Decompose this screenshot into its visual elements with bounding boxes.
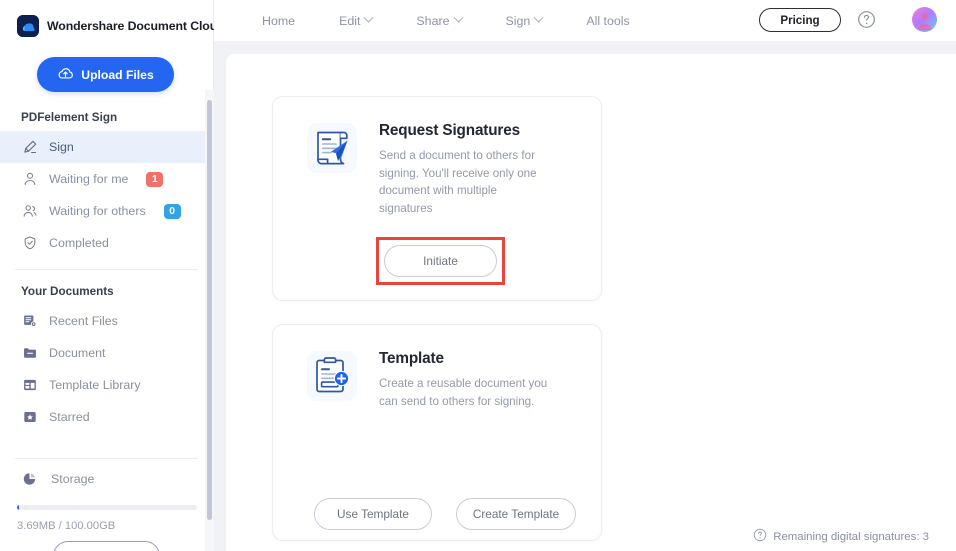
tab-home-label: Home [262, 13, 296, 28]
sidebar-item-recent-files[interactable]: Recent Files [0, 305, 214, 337]
sidebar-item-label: Sign [49, 140, 74, 154]
storage-row[interactable]: Storage [21, 470, 94, 487]
shield-check-icon [21, 235, 38, 252]
app-window: Wondershare Document Cloud Upload Files … [0, 0, 956, 551]
tab-home[interactable]: Home [240, 0, 317, 41]
sidebar-scrollbar-thumb[interactable] [207, 100, 212, 520]
sidebar-divider [15, 269, 198, 270]
sidebar-item-label: Recent Files [49, 314, 118, 328]
pie-chart-icon [21, 470, 38, 487]
users-icon [21, 203, 38, 220]
tab-sign-label: Sign [505, 13, 531, 28]
top-navigation: Home Edit Share Sign All tools [240, 0, 652, 41]
create-template-button[interactable]: Create Template [456, 498, 576, 530]
remaining-signatures-note: Remaining digital signatures: 3 [753, 528, 929, 545]
status-badge: 0 [163, 203, 181, 219]
chevron-down-icon [533, 12, 544, 23]
storage-usage-text: 3.69MB / 100.00GB [17, 520, 116, 532]
clipboard-plus-icon [303, 347, 361, 405]
sidebar-item-waiting-for-me[interactable]: Waiting for me 1 [0, 163, 214, 195]
tab-all-tools-label: All tools [586, 13, 630, 28]
sidebar-item-template-library[interactable]: Template Library [0, 369, 214, 401]
sidebar-item-document[interactable]: Document [0, 337, 214, 369]
sidebar-bottom-button[interactable] [53, 541, 160, 551]
brand: Wondershare Document Cloud [0, 0, 225, 37]
main-content-area: Request Signatures Send a document to ot… [214, 41, 956, 551]
card-template: Template Create a reusable document you … [272, 324, 602, 541]
sidebar-divider [15, 458, 198, 459]
sidebar-item-label: Completed [49, 236, 109, 250]
tab-sign[interactable]: Sign [484, 0, 565, 41]
tab-share[interactable]: Share [394, 0, 483, 41]
sidebar-item-label: Starred [49, 410, 90, 424]
cloud-icon [17, 15, 39, 37]
sidebar-item-sign[interactable]: Sign [0, 131, 214, 163]
section-label-your-documents: Your Documents [21, 285, 114, 298]
sidebar-item-label: Waiting for others [49, 204, 146, 218]
recent-files-icon [21, 313, 38, 330]
initiate-button[interactable]: Initiate [384, 245, 497, 277]
sidebar-item-starred[interactable]: Starred [0, 401, 214, 433]
avatar[interactable] [912, 7, 937, 32]
card-text: Template Create a reusable document you … [379, 347, 551, 410]
initiate-highlight-box: Initiate [376, 237, 505, 285]
card-description: Send a document to others for signing. Y… [379, 149, 537, 215]
sidebar-item-label: Waiting for me [49, 172, 129, 186]
sidebar-item-label: Document [49, 346, 106, 360]
upload-files-label: Upload Files [81, 67, 154, 82]
storage-label: Storage [51, 471, 95, 486]
card-description: Create a reusable document you can send … [379, 377, 548, 408]
pen-icon [21, 139, 38, 156]
sidebar-item-label: Template Library [49, 378, 141, 392]
top-bar: Home Edit Share Sign All tools Pricing [214, 0, 956, 41]
sidebar: Wondershare Document Cloud Upload Files … [0, 0, 225, 551]
tab-edit-label: Edit [339, 13, 361, 28]
card-request-signatures: Request Signatures Send a document to ot… [272, 96, 602, 301]
storage-progress-bar [17, 505, 197, 510]
card-header: Template Create a reusable document you … [273, 325, 601, 410]
cloud-upload-icon [57, 65, 74, 85]
card-text: Request Signatures Send a document to ot… [379, 119, 551, 217]
question-circle-icon[interactable] [857, 10, 876, 29]
status-badge: 1 [146, 171, 164, 187]
upload-files-button[interactable]: Upload Files [37, 57, 174, 92]
sidebar-item-completed[interactable]: Completed [0, 227, 214, 259]
document-send-icon [303, 119, 361, 177]
card-title: Request Signatures [379, 122, 520, 139]
question-circle-icon[interactable] [753, 528, 767, 545]
user-icon [21, 171, 38, 188]
tab-share-label: Share [416, 13, 450, 28]
pricing-button[interactable]: Pricing [759, 8, 841, 32]
template-library-icon [21, 377, 38, 394]
chevron-down-icon [363, 12, 374, 23]
nav-list-pdfelement-sign: Sign Waiting for me 1 Waiting for others… [0, 131, 214, 259]
remaining-signatures-text: Remaining digital signatures: 3 [773, 530, 929, 543]
card-title: Template [379, 350, 444, 367]
nav-list-your-documents: Recent Files Document Template Library S… [0, 305, 214, 433]
sidebar-item-waiting-for-others[interactable]: Waiting for others 0 [0, 195, 214, 227]
star-icon [21, 409, 38, 426]
chevron-down-icon [453, 12, 463, 23]
tab-edit[interactable]: Edit [317, 0, 394, 41]
template-actions: Use Template Create Template [314, 498, 576, 530]
content-panel: Request Signatures Send a document to ot… [226, 54, 956, 551]
card-header: Request Signatures Send a document to ot… [273, 97, 601, 217]
brand-name: Wondershare Document Cloud [47, 19, 225, 33]
folder-icon [21, 345, 38, 362]
section-label-pdfelement-sign: PDFelement Sign [21, 111, 118, 124]
tab-all-tools[interactable]: All tools [564, 0, 651, 41]
use-template-button[interactable]: Use Template [314, 498, 432, 530]
